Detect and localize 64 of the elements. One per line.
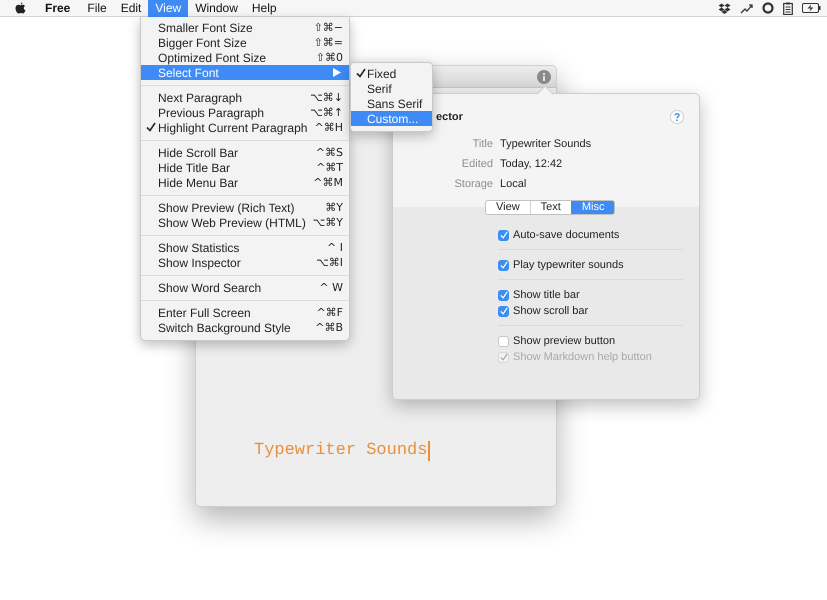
shortcut-label: ⇧⌘− bbox=[314, 21, 344, 34]
shortcut-label: ^ I bbox=[327, 241, 344, 254]
menu-item[interactable]: Enter Full Screen ^⌘F bbox=[141, 305, 349, 320]
menu-item[interactable]: Show Statistics ^ I bbox=[141, 240, 349, 255]
menu-item[interactable]: Hide Scroll Bar ^⌘S bbox=[141, 145, 349, 160]
checkbox-label: Show scroll bar bbox=[513, 305, 588, 317]
shortcut-label: ^⌘M bbox=[313, 176, 344, 189]
arrow-icon[interactable] bbox=[740, 2, 753, 14]
shortcut-label: ⌘Y bbox=[325, 201, 344, 214]
checkbox[interactable] bbox=[498, 336, 509, 346]
checkbox-label: Show title bar bbox=[513, 289, 580, 301]
menu-item[interactable]: Hide Menu Bar ^⌘M bbox=[141, 175, 349, 190]
apple-icon[interactable] bbox=[15, 2, 26, 14]
menu-item[interactable]: Next Paragraph ⌥⌘↓ bbox=[141, 90, 349, 105]
shortcut-label: ⌥⌘↑ bbox=[310, 106, 344, 119]
panel-title: ector bbox=[436, 111, 463, 123]
shortcut-label: ^⌘F bbox=[316, 306, 344, 319]
shortcut-label: ⇧⌘= bbox=[314, 36, 344, 49]
help-icon[interactable] bbox=[670, 110, 684, 124]
shortcut-label: ⇧⌘0 bbox=[316, 51, 344, 64]
menu-item[interactable]: Optimized Font Size ⇧⌘0 bbox=[141, 50, 349, 65]
menu-item[interactable]: Fixed bbox=[351, 66, 432, 81]
shortcut-label: ^ W bbox=[319, 281, 344, 294]
menu-item[interactable]: Show Web Preview (HTML) ⌥⌘Y bbox=[141, 215, 349, 230]
segment-tab[interactable]: View bbox=[486, 201, 530, 214]
shortcut-label: ^⌘H bbox=[314, 121, 344, 134]
shortcut-label: ^⌘B bbox=[315, 321, 344, 334]
field-value: Today, 12:42 bbox=[500, 157, 564, 171]
menu-item[interactable]: Sans Serif bbox=[351, 96, 432, 111]
menu-item[interactable]: Show Inspector ⌥⌘I bbox=[141, 255, 349, 270]
menu-item[interactable]: Smaller Font Size ⇧⌘− bbox=[141, 20, 349, 35]
field-label: Storage bbox=[453, 177, 493, 191]
field-value: Local bbox=[500, 177, 528, 191]
menu-item[interactable]: Previous Paragraph ⌥⌘↑ bbox=[141, 105, 349, 120]
menu-title[interactable]: Help bbox=[244, 0, 284, 16]
menu-item[interactable]: Bigger Font Size ⇧⌘= bbox=[141, 35, 349, 50]
shortcut-label: ^⌘S bbox=[316, 146, 344, 159]
field-label: Edited bbox=[460, 157, 493, 171]
shortcut-label: ⌥⌘↓ bbox=[310, 91, 344, 104]
menu-item[interactable]: Serif bbox=[351, 81, 432, 96]
info-icon[interactable] bbox=[537, 70, 551, 84]
shortcut-label: ⌥⌘Y bbox=[312, 216, 344, 229]
menu-item[interactable]: Show Word Search ^ W bbox=[141, 280, 349, 295]
checkbox-label: Play typewriter sounds bbox=[513, 259, 624, 271]
submenu-arrow-icon bbox=[333, 68, 341, 77]
field-value: Typewriter Sounds bbox=[500, 137, 592, 151]
menu-title[interactable]: Window bbox=[188, 0, 245, 16]
box-icon[interactable] bbox=[718, 2, 731, 14]
shortcut-label: ^⌘T bbox=[316, 161, 344, 174]
clipboard-icon[interactable] bbox=[783, 2, 793, 14]
app-menu[interactable]: Free bbox=[38, 0, 78, 16]
menu-item[interactable]: Highlight Current Paragraph ^⌘H bbox=[141, 120, 349, 135]
checkbox-label: Auto-save documents bbox=[513, 229, 620, 241]
ring-icon[interactable] bbox=[762, 2, 774, 14]
menu-item[interactable]: Show Preview (Rich Text) ⌘Y bbox=[141, 200, 349, 215]
field-label: Title bbox=[472, 137, 493, 151]
menu-title[interactable]: File bbox=[80, 0, 114, 16]
checkbox-label: Show Markdown help button bbox=[513, 351, 652, 363]
menu-item[interactable]: Hide Title Bar ^⌘T bbox=[141, 160, 349, 175]
menu-item[interactable]: Switch Background Style ^⌘B bbox=[141, 320, 349, 335]
battery-icon[interactable] bbox=[802, 3, 821, 13]
shortcut-label: ⌥⌘I bbox=[316, 256, 344, 269]
menu-title[interactable]: Edit bbox=[114, 0, 148, 16]
checkbox-label: Show preview button bbox=[513, 335, 616, 347]
